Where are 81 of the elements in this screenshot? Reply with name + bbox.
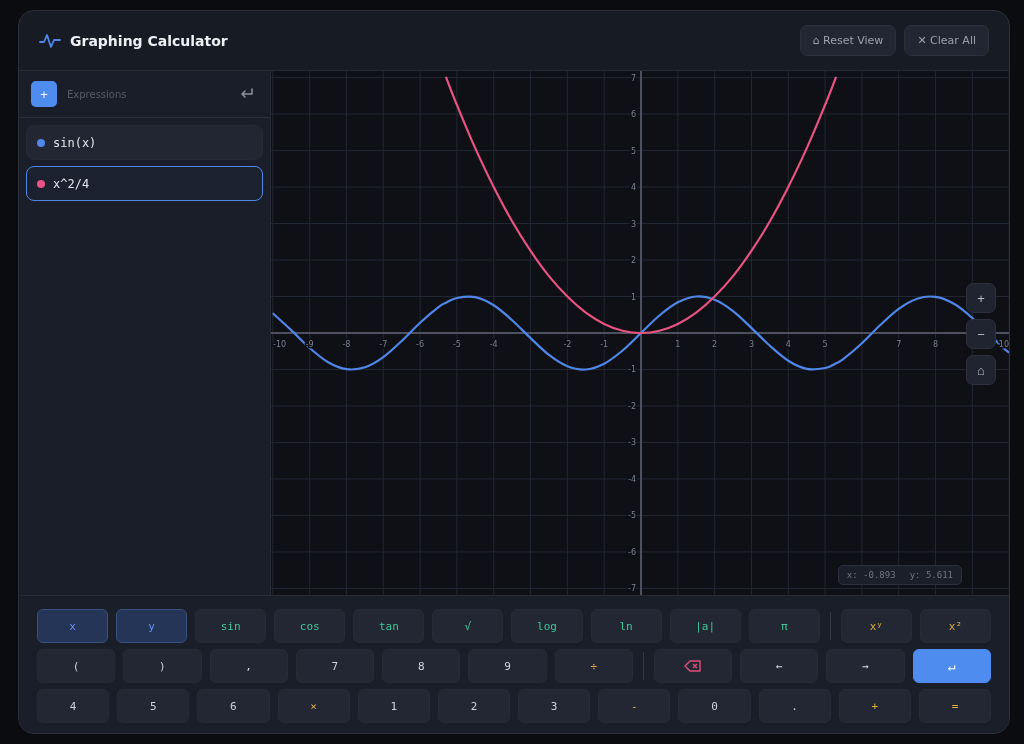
y-tick-label: 6 (630, 110, 636, 120)
keypad-key[interactable]: ln (590, 609, 662, 643)
keypad-key[interactable]: ( (37, 649, 116, 683)
keypad-key[interactable]: + (838, 689, 911, 723)
keypad-key[interactable]: π (748, 609, 820, 643)
keypad-key[interactable]: 2 (437, 689, 511, 723)
x-tick-label: -1 (600, 340, 609, 349)
keypad-key[interactable]: ) (123, 649, 202, 683)
x-tick-label: -10 (273, 340, 287, 349)
x-tick-label: -2 (563, 340, 572, 349)
expression-item[interactable]: sin(x) (26, 125, 263, 160)
y-tick-label: 3 (630, 219, 636, 229)
y-tick-label: -2 (628, 402, 636, 411)
keypad-key[interactable]: ÷ (554, 649, 633, 683)
zoom-button[interactable]: − (966, 319, 996, 349)
y-tick-label: 1 (630, 292, 636, 302)
keypad-key[interactable]: × (277, 689, 350, 723)
keypad-key[interactable]: 4 (37, 689, 110, 723)
pulse-icon (39, 32, 61, 49)
keypad-key[interactable]: log (511, 609, 583, 643)
window-title: Graphing Calculator (70, 32, 228, 49)
keypad-key[interactable]: xʸ (840, 609, 912, 643)
x-tick-label: 8 (933, 340, 939, 349)
backspace-icon (684, 660, 702, 672)
keypad-key[interactable]: tan (353, 609, 425, 643)
x-tick-label: 5 (822, 340, 828, 349)
y-tick-label: -4 (628, 474, 636, 484)
keypad-key[interactable]: 0 (678, 689, 751, 723)
y-coordinate: y: 5.611 (909, 570, 953, 580)
keypad-key[interactable]: 7 (295, 649, 375, 683)
keypad-key[interactable]: cos (274, 609, 346, 643)
y-tick-label: 7 (630, 73, 636, 83)
keypad-key[interactable]: √ (432, 609, 504, 643)
keypad-key[interactable]: = (918, 689, 992, 723)
keypad-key[interactable]: . (758, 689, 831, 723)
y-tick-label: -1 (628, 365, 636, 375)
y-tick-label: -5 (628, 511, 636, 521)
keypad-key[interactable]: |a| (669, 609, 741, 643)
x-tick-label: -6 (416, 340, 425, 349)
keypad-key[interactable]: 3 (518, 689, 591, 723)
x-tick-label: -8 (342, 340, 351, 349)
x-tick-label: 7 (896, 340, 902, 349)
y-tick-label: -7 (628, 584, 636, 594)
x-tick-label: 4 (785, 340, 791, 349)
return-icon[interactable] (240, 88, 254, 100)
x-tick-label: 10 (998, 340, 1009, 349)
keypad-key[interactable]: , (209, 649, 288, 683)
y-tick-label: 5 (630, 146, 636, 156)
keypad-key[interactable]: ← (740, 649, 819, 683)
y-tick-label: 4 (630, 183, 636, 193)
x-tick-label: 1 (675, 340, 681, 349)
x-tick-label: 2 (712, 340, 718, 349)
keypad-key[interactable]: sin (195, 609, 267, 643)
y-tick-label: -3 (628, 438, 636, 448)
y-tick-label: 2 (630, 256, 636, 265)
x-tick-label: -4 (489, 340, 498, 349)
keypad-key[interactable]: y (116, 609, 188, 643)
keypad-key[interactable]: 8 (382, 649, 461, 683)
x-coordinate: x: -0.893 (846, 570, 896, 580)
x-tick-label: -7 (379, 340, 388, 349)
backspace-key[interactable] (653, 649, 733, 683)
x-tick-label: 3 (748, 340, 754, 349)
zoom-button[interactable]: ⌂ (966, 355, 996, 385)
header-button[interactable]: ✕ Clear All (904, 25, 989, 56)
expression-input[interactable]: Expressions (65, 87, 232, 101)
header-button[interactable]: ⌂ Reset View (799, 25, 897, 56)
expression-text: x^2/4 (53, 176, 90, 191)
x-tick-label: -9 (305, 340, 314, 349)
x-tick-label: -5 (452, 340, 461, 349)
keypad-key[interactable]: - (598, 689, 671, 723)
keypad-key[interactable]: 6 (197, 689, 270, 723)
y-tick-label: -6 (628, 547, 636, 557)
expression-item[interactable]: x^2/4 (26, 166, 263, 201)
keypad-key[interactable]: 5 (117, 689, 190, 723)
expression-text: sin(x) (53, 135, 97, 150)
zoom-button[interactable]: + (966, 283, 996, 313)
keypad-key[interactable]: x (37, 609, 109, 643)
keypad-key[interactable]: 1 (357, 689, 430, 723)
keypad-key[interactable]: x² (919, 609, 991, 643)
keypad-key[interactable]: 9 (468, 649, 547, 683)
keypad-key[interactable]: → (826, 649, 905, 683)
